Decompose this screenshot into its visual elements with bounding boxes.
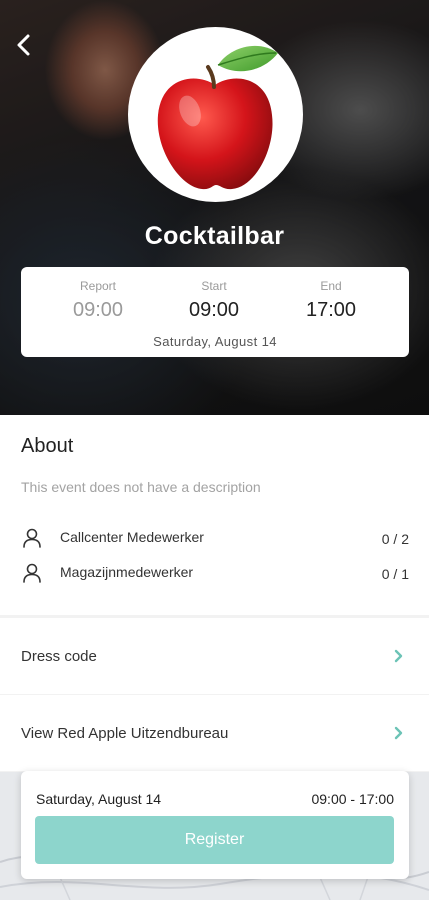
start-value: 09:00 [188,299,240,321]
register-button[interactable]: Register [35,816,394,864]
red-apple-icon [157,45,278,190]
person-icon [23,563,41,583]
event-date: Saturday, August 14 [153,334,277,349]
role-item: Magazijnmedewerker 0 / 1 [21,562,409,586]
role-name: Callcenter Medewerker [60,529,204,545]
role-count: 0 / 2 [381,531,409,547]
end-time: End 17:00 [276,279,386,322]
chevron-right-icon [394,649,403,663]
chevron-right-icon [394,726,403,740]
role-count: 0 / 1 [381,566,409,582]
person-icon [23,528,41,548]
about-heading: About [21,435,74,457]
event-times-card: Report 09:00 Start 09:00 End 17:00 Satur… [21,267,409,357]
chevron-left-icon [17,34,30,56]
start-time: Start 09:00 [159,279,269,322]
report-label: Report [79,279,117,293]
end-label: End [320,279,342,293]
report-value: 09:00 [72,299,124,321]
dress-code-row[interactable]: Dress code [0,618,429,694]
about-section: About This event does not have a descrip… [0,415,429,615]
role-name: Magazijnmedewerker [60,564,194,580]
report-time: Report 09:00 [43,279,153,322]
company-logo [128,27,303,202]
view-agency-row[interactable]: View Red Apple Uitzendbureau [0,695,429,771]
view-agency-label: View Red Apple Uitzendbureau [21,725,229,742]
event-title: Cocktailbar [144,222,285,250]
register-card: Saturday, August 14 09:00 - 17:00 Regist… [21,771,409,879]
start-label: Start [201,279,227,293]
end-value: 17:00 [305,299,357,321]
role-item: Callcenter Medewerker 0 / 2 [21,527,409,551]
register-date: Saturday, August 14 [36,791,162,807]
event-hero: Cocktailbar Report 09:00 Start 09:00 End… [0,0,429,415]
register-time-range: 09:00 - 17:00 [311,791,394,807]
event-description: This event does not have a description [21,479,261,495]
back-button[interactable] [10,30,38,60]
dress-code-label: Dress code [21,648,97,665]
